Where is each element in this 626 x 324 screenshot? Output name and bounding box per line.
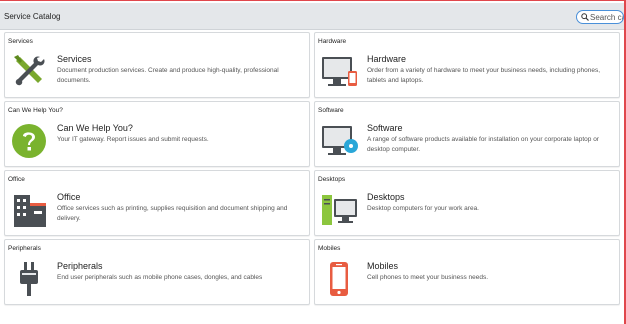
card-description: Office services such as printing, suppli… xyxy=(57,205,288,222)
card-category: Office xyxy=(8,176,25,183)
help-icon xyxy=(10,120,48,160)
card-services[interactable]: Services Services Document production se… xyxy=(4,32,310,98)
card-description: A range of software products available f… xyxy=(367,136,599,153)
card-category: Mobiles xyxy=(318,245,341,252)
tools-icon xyxy=(10,51,48,91)
card-hardware[interactable]: Hardware Hardware Order from a variety o… xyxy=(314,32,620,98)
card-title: Peripherals xyxy=(57,261,103,271)
window-top-border xyxy=(0,0,626,1)
plug-icon xyxy=(10,258,48,298)
card-title: Desktops xyxy=(367,192,405,202)
card-category: Peripherals xyxy=(8,245,41,252)
card-software[interactable]: Software Software A range of software pr… xyxy=(314,101,620,167)
card-description: Order from a variety of hardware to meet… xyxy=(367,67,601,84)
mobile-phone-icon xyxy=(320,258,358,298)
monitor-disc-icon xyxy=(320,120,358,160)
card-title: Can We Help You? xyxy=(57,123,133,133)
catalog-header: Service Catalog xyxy=(0,3,624,30)
card-description: Your IT gateway. Report issues and submi… xyxy=(57,136,209,143)
card-category: Services xyxy=(8,38,33,45)
search-icon xyxy=(581,13,589,21)
card-can-we-help-you[interactable]: Can We Help You? Can We Help You? Your I… xyxy=(4,101,310,167)
card-title: Software xyxy=(367,123,403,133)
desktop-icon xyxy=(320,189,358,229)
card-office[interactable]: Office Office Office services such as pr… xyxy=(4,170,310,236)
card-description: Cell phones to meet your business needs. xyxy=(367,274,489,281)
card-category: Can We Help You? xyxy=(8,107,63,114)
card-title: Office xyxy=(57,192,81,202)
page-title: Service Catalog xyxy=(4,12,61,21)
card-category: Hardware xyxy=(318,38,347,45)
card-mobiles[interactable]: Mobiles Mobiles Cell phones to meet your… xyxy=(314,239,620,305)
card-description: Document production services. Create and… xyxy=(57,67,279,84)
search-box[interactable] xyxy=(576,10,624,24)
card-title: Services xyxy=(57,54,92,64)
card-category: Desktops xyxy=(318,176,346,183)
search-input[interactable] xyxy=(590,11,623,23)
card-description: End user peripherals such as mobile phon… xyxy=(57,274,263,281)
building-icon xyxy=(10,189,48,229)
card-description: Desktop computers for your work area. xyxy=(367,205,479,212)
card-title: Hardware xyxy=(367,54,407,64)
card-peripherals[interactable]: Peripherals Peripherals End user periphe… xyxy=(4,239,310,305)
card-category: Software xyxy=(318,107,344,114)
card-desktops[interactable]: Desktops Desktops Desktop computers for … xyxy=(314,170,620,236)
card-title: Mobiles xyxy=(367,261,399,271)
monitor-phone-icon xyxy=(320,51,358,91)
